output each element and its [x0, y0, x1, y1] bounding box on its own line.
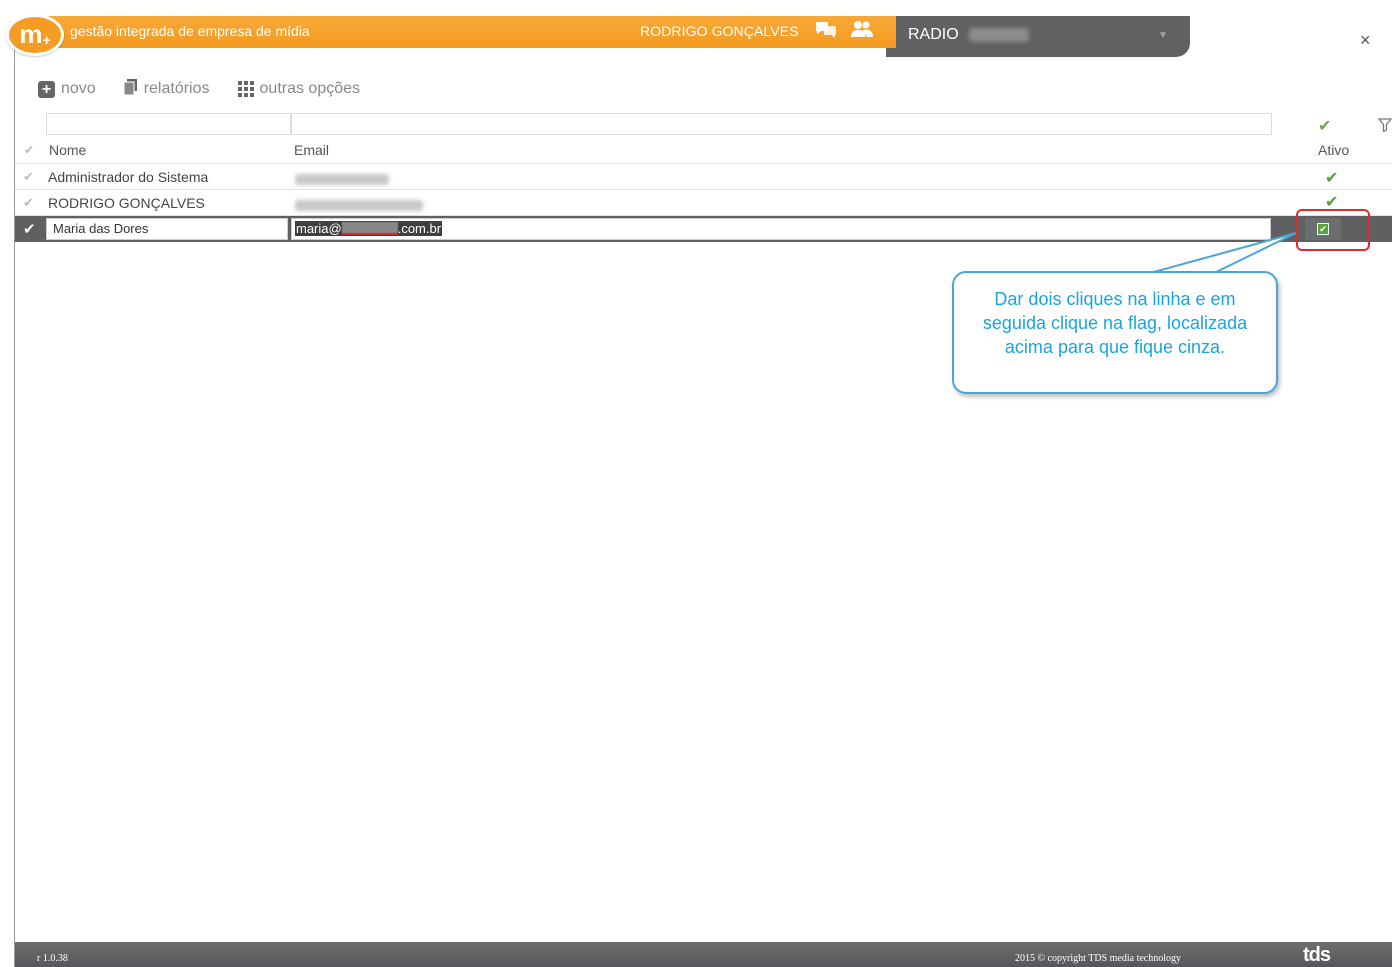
active-filter-check-icon[interactable]: ✔ [1318, 116, 1331, 136]
row-email-redacted [295, 196, 423, 212]
instruction-callout: Dar dois cliques na linha e em seguida c… [952, 271, 1278, 394]
row-check-icon[interactable]: ✔ [23, 169, 34, 185]
new-button[interactable]: + novo [38, 80, 96, 98]
email-prefix: maria@ [296, 221, 342, 236]
app-tagline: gestão integrada de empresa de mídia [70, 23, 310, 39]
reports-button-label: relatórios [143, 80, 210, 97]
column-header-email[interactable]: Email [294, 142, 329, 158]
plus-icon: + [38, 80, 55, 98]
email-edit-field[interactable]: maria@ .com.br [291, 218, 1271, 240]
tds-logo: tds [1303, 944, 1331, 966]
row-name: RODRIGO GONÇALVES [48, 195, 205, 211]
copyright-text: 2015 © copyright TDS media technology [1015, 953, 1182, 964]
toolbar: + novo relatórios outras opções [38, 78, 360, 100]
select-all-check-icon[interactable]: ✔ [24, 143, 34, 157]
users-icon[interactable] [850, 20, 874, 41]
user-name[interactable]: RODRIGO GONÇALVES [640, 23, 799, 39]
chevron-down-icon[interactable]: ▼ [1158, 30, 1168, 41]
filter-icon[interactable] [1377, 118, 1392, 135]
footer-bar: r 1.0.38 2015 © copyright TDS media tech… [15, 942, 1392, 967]
row-check-icon[interactable]: ✔ [23, 195, 34, 211]
callout-pointer [1150, 232, 1297, 277]
document-icon [123, 78, 138, 100]
active-check-icon[interactable]: ✔ [1325, 168, 1338, 188]
column-header-name[interactable]: Nome [49, 142, 86, 158]
filter-row [46, 113, 1272, 135]
table-row[interactable]: ✔ RODRIGO GONÇALVES ✔ [15, 190, 1392, 216]
new-button-label: novo [61, 80, 96, 97]
name-filter-input[interactable] [46, 113, 291, 135]
email-filter-input[interactable] [291, 113, 1272, 135]
row-email-redacted [295, 170, 389, 186]
company-name-redacted [969, 27, 1030, 42]
company-name: RADIO [908, 26, 1030, 44]
column-header-active[interactable]: Ativo [1318, 142, 1349, 158]
more-options-label: outras opções [259, 80, 361, 97]
email-suffix: .com.br [397, 221, 442, 236]
more-options-button[interactable]: outras opções [237, 80, 361, 98]
row-check-icon[interactable]: ✔ [23, 220, 36, 238]
chat-icon[interactable] [814, 20, 838, 41]
name-edit-field[interactable]: Maria das Dores [46, 218, 288, 240]
callout-text: Dar dois cliques na linha e em seguida c… [982, 289, 1248, 357]
reports-button[interactable]: relatórios [123, 78, 210, 100]
grid-icon [237, 81, 254, 97]
row-name: Administrador do Sistema [48, 169, 209, 185]
version-label: r 1.0.38 [37, 953, 68, 964]
close-icon[interactable]: × [1360, 30, 1371, 51]
table-row[interactable]: ✔ Administrador do Sistema ✔ [15, 164, 1392, 190]
app-logo: m+ [6, 14, 64, 56]
email-domain-redacted [341, 222, 398, 235]
